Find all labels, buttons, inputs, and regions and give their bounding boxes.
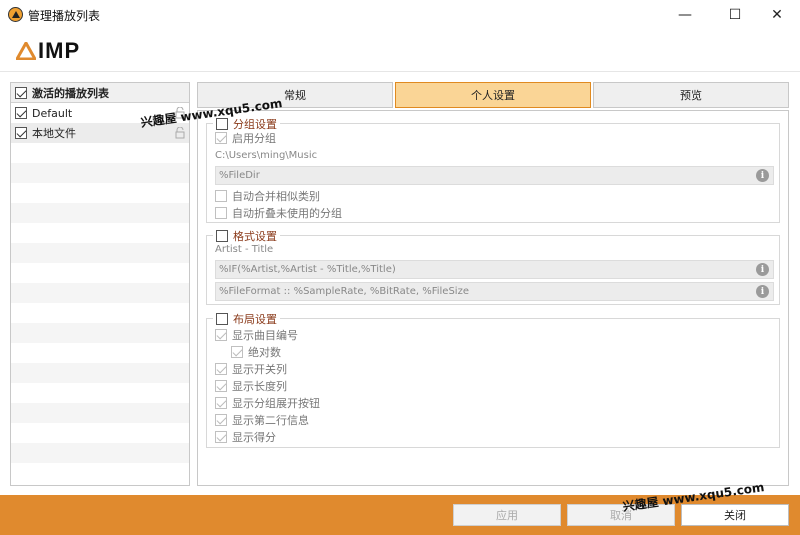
absolute-number-label: 绝对数 <box>248 346 281 359</box>
window-title: 管理播放列表 <box>28 9 101 23</box>
header-divider <box>0 71 800 72</box>
absolute-number-option[interactable]: 绝对数 <box>231 344 281 360</box>
empty-row <box>11 303 189 323</box>
info-icon[interactable]: i <box>756 169 769 182</box>
empty-row <box>11 203 189 223</box>
show-second-line-option[interactable]: 显示第二行信息 <box>215 412 309 428</box>
auto-collapse-label: 自动折叠未使用的分组 <box>232 207 342 220</box>
layout-settings-title[interactable]: 布局设置 <box>213 311 280 327</box>
show-track-number-checkbox[interactable] <box>215 329 227 341</box>
empty-row <box>11 283 189 303</box>
playlist-label: 本地文件 <box>32 127 76 140</box>
show-length-column-checkbox[interactable] <box>215 380 227 392</box>
show-length-column-label: 显示长度列 <box>232 380 287 393</box>
empty-row <box>11 443 189 463</box>
auto-merge-option[interactable]: 自动合并相似类别 <box>215 188 320 204</box>
show-rating-checkbox[interactable] <box>215 431 227 443</box>
grouping-template-value: %FileDir <box>219 170 260 181</box>
tab-preview[interactable]: 预览 <box>593 82 789 108</box>
empty-row <box>11 263 189 283</box>
format-line1-field[interactable]: %IF(%Artist,%Artist - %Title,%Title) i <box>215 260 774 279</box>
format-settings-checkbox[interactable] <box>216 230 228 242</box>
grouping-template-field[interactable]: %FileDir i <box>215 166 774 185</box>
close-button[interactable]: 关闭 <box>681 504 789 526</box>
layout-settings-group: 布局设置 显示曲目编号 绝对数 显示开关列 显示长度列 显示分组展开按钮 显示第… <box>206 311 780 448</box>
info-icon[interactable]: i <box>756 285 769 298</box>
playlist-checkbox[interactable] <box>15 107 27 119</box>
show-second-line-label: 显示第二行信息 <box>232 414 309 427</box>
auto-collapse-option[interactable]: 自动折叠未使用的分组 <box>215 205 342 221</box>
format-line1-value: %IF(%Artist,%Artist - %Title,%Title) <box>219 264 396 275</box>
active-playlists-checkbox[interactable] <box>15 86 27 99</box>
logo-text: IMP <box>38 38 81 63</box>
active-playlists-label: 激活的播放列表 <box>32 86 109 100</box>
empty-row <box>11 423 189 443</box>
show-group-expand-checkbox[interactable] <box>215 397 227 409</box>
empty-row <box>11 403 189 423</box>
show-switch-column-checkbox[interactable] <box>215 363 227 375</box>
lock-icon <box>175 127 185 139</box>
close-window-button[interactable]: ✕ <box>754 0 800 30</box>
settings-tabs: 常规 个人设置 预览 <box>197 82 789 108</box>
format-hint: Artist - Title <box>215 244 274 255</box>
playlist-list-panel: 激活的播放列表 Default 本地文件 <box>10 82 190 486</box>
absolute-number-checkbox[interactable] <box>231 346 243 358</box>
show-track-number-option[interactable]: 显示曲目编号 <box>215 327 298 343</box>
auto-merge-checkbox[interactable] <box>215 190 227 202</box>
maximize-button[interactable]: ☐ <box>712 0 758 30</box>
empty-row <box>11 183 189 203</box>
aimp-app-icon <box>8 7 23 22</box>
format-settings-group: 格式设置 Artist - Title %IF(%Artist,%Artist … <box>206 228 780 305</box>
show-group-expand-option[interactable]: 显示分组展开按钮 <box>215 395 320 411</box>
empty-row <box>11 383 189 403</box>
show-group-expand-label: 显示分组展开按钮 <box>232 397 320 410</box>
show-second-line-checkbox[interactable] <box>215 414 227 426</box>
empty-row <box>11 163 189 183</box>
auto-merge-label: 自动合并相似类别 <box>232 190 320 203</box>
enable-grouping-option[interactable]: 启用分组 <box>215 130 276 146</box>
layout-settings-checkbox[interactable] <box>216 313 228 325</box>
show-rating-label: 显示得分 <box>232 431 276 444</box>
show-switch-column-option[interactable]: 显示开关列 <box>215 361 287 377</box>
active-playlists-header[interactable]: 激活的播放列表 <box>11 83 189 103</box>
tab-personal-settings[interactable]: 个人设置 <box>395 82 591 108</box>
playlist-checkbox[interactable] <box>15 127 27 139</box>
title-bar: 管理播放列表 — ☐ ✕ <box>0 0 800 30</box>
grouping-settings-group: 分组设置 启用分组 C:\Users\ming\Music %FileDir i… <box>206 116 780 223</box>
logo-a-icon <box>16 42 36 60</box>
apply-button[interactable]: 应用 <box>453 504 561 526</box>
minimize-button[interactable]: — <box>662 0 708 30</box>
show-rating-option[interactable]: 显示得分 <box>215 429 276 445</box>
empty-row <box>11 323 189 343</box>
show-length-column-option[interactable]: 显示长度列 <box>215 378 287 394</box>
empty-row <box>11 363 189 383</box>
format-settings-title[interactable]: 格式设置 <box>213 228 280 244</box>
aimp-logo: IMP <box>16 38 80 64</box>
settings-content: 分组设置 启用分组 C:\Users\ming\Music %FileDir i… <box>197 110 789 486</box>
enable-grouping-checkbox[interactable] <box>215 132 227 144</box>
format-settings-label: 格式设置 <box>233 230 277 243</box>
grouping-path-hint: C:\Users\ming\Music <box>215 150 318 161</box>
playlist-label: Default <box>32 106 73 120</box>
empty-row <box>11 223 189 243</box>
format-line2-value: %FileFormat :: %SampleRate, %BitRate, %F… <box>219 286 469 297</box>
info-icon[interactable]: i <box>756 263 769 276</box>
empty-row <box>11 243 189 263</box>
format-line2-field[interactable]: %FileFormat :: %SampleRate, %BitRate, %F… <box>215 282 774 301</box>
enable-grouping-label: 启用分组 <box>232 132 276 145</box>
show-switch-column-label: 显示开关列 <box>232 363 287 376</box>
empty-row <box>11 343 189 363</box>
layout-settings-label: 布局设置 <box>233 313 277 326</box>
auto-collapse-checkbox[interactable] <box>215 207 227 219</box>
show-track-number-label: 显示曲目编号 <box>232 329 298 342</box>
empty-row <box>11 143 189 163</box>
